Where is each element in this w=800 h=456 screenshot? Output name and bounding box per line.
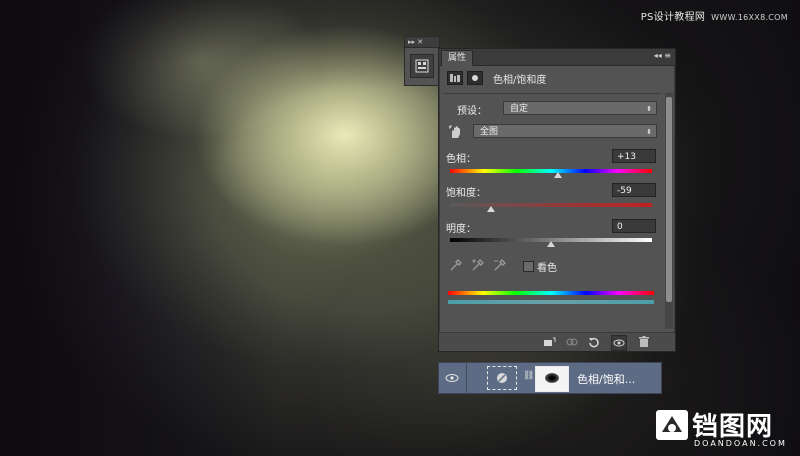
dropdown-arrow-icon: ⬍	[646, 105, 652, 113]
adjustment-type-icon	[447, 71, 463, 85]
hue-slider-thumb[interactable]	[554, 172, 563, 178]
layer-mask-icon	[472, 75, 478, 81]
top-watermark: PS设计教程网 WWW.16XX8.COM	[641, 8, 788, 23]
saturation-slider-track[interactable]	[450, 203, 652, 207]
tab-properties[interactable]: 属性	[441, 50, 474, 66]
logo-mark-icon	[656, 410, 688, 440]
adjustment-title: 色相/饱和度	[493, 74, 547, 86]
watermark-text: PS设计教程网	[640, 12, 706, 23]
saturation-slider-thumb[interactable]	[487, 206, 496, 212]
layer-name[interactable]: 色相/饱和...	[577, 371, 635, 387]
scrollbar-thumb[interactable]	[666, 97, 672, 302]
site-logo: 铛图网 DOANDOAN.COM	[656, 406, 796, 452]
eyedropper-subtract-icon[interactable]	[493, 258, 507, 272]
hue-saturation-icon	[450, 74, 460, 82]
delete-trash-icon[interactable]	[637, 335, 651, 349]
adjustment-layer-thumbnail[interactable]	[487, 366, 517, 390]
mask-shape	[545, 373, 559, 383]
lightness-input[interactable]: 0	[612, 219, 656, 233]
mini-panel-header[interactable]: ▸▸ ✕	[405, 37, 439, 48]
watermark-site: WWW.16XX8.COM	[711, 13, 788, 22]
channel-value: 全图	[480, 127, 499, 137]
hue-label: 色相：	[446, 154, 476, 165]
collapsed-panel-dock: ▸▸ ✕	[404, 36, 440, 86]
saturation-label: 饱和度：	[446, 188, 486, 199]
reset-icon[interactable]	[587, 335, 601, 349]
adjustments-panel-button[interactable]	[410, 54, 434, 78]
lightness-slider-thumb[interactable]	[547, 241, 555, 247]
adjustment-header: 色相/饱和度	[447, 69, 546, 87]
eyedropper-icon[interactable]	[449, 258, 463, 272]
dropdown-arrow-icon: ⬍	[646, 128, 652, 136]
layer-row-divider	[466, 363, 467, 393]
mask-link-icon[interactable]: ⛓	[523, 371, 534, 381]
view-previous-state-icon[interactable]	[565, 335, 579, 349]
visibility-eye-icon[interactable]	[611, 335, 627, 351]
panel-footer	[439, 332, 675, 351]
input-spectrum-bar	[448, 291, 654, 295]
hue-input[interactable]: +13	[612, 149, 656, 163]
eyedropper-tools	[449, 258, 507, 272]
colorize-label: 看色	[537, 263, 557, 274]
channel-dropdown[interactable]: 全图 ⬍	[473, 124, 657, 138]
panel-scrollbar[interactable]	[665, 93, 673, 329]
colorize-checkbox[interactable]	[523, 261, 534, 272]
layer-visibility-eye-icon[interactable]	[445, 372, 459, 384]
saturation-input[interactable]: -59	[612, 183, 656, 197]
layer-mask-thumbnail[interactable]	[535, 366, 569, 392]
logo-english-text: DOANDOAN.COM	[694, 439, 787, 448]
properties-icon	[415, 59, 429, 73]
targeted-adjustment-hand-icon[interactable]	[448, 124, 464, 140]
logo-chinese-text: 铛图网	[692, 412, 774, 442]
properties-titlebar[interactable]: 属性 ◂◂ ≡	[439, 49, 675, 66]
mask-icon[interactable]	[467, 71, 483, 85]
clip-to-layer-icon[interactable]	[543, 335, 557, 349]
header-divider	[443, 93, 661, 94]
output-spectrum-bar	[448, 300, 654, 304]
layer-row-hue-saturation[interactable]: ⛓ 色相/饱和...	[438, 362, 662, 394]
properties-panel: 属性 ◂◂ ≡ 色相/饱和度 预设： 自定 ⬍ 全图 ⬍ 色相： +13 饱和度…	[438, 48, 676, 352]
panel-menu-controls[interactable]: ◂◂ ≡	[654, 51, 671, 60]
preset-dropdown[interactable]: 自定 ⬍	[503, 101, 657, 115]
eyedropper-add-icon[interactable]	[471, 258, 485, 272]
hue-slider-track[interactable]	[450, 169, 652, 173]
preset-value: 自定	[510, 104, 529, 114]
lightness-label: 明度：	[446, 224, 476, 235]
canvas-vignette	[0, 0, 800, 456]
mini-panel-controls[interactable]: ▸▸ ✕	[408, 38, 423, 46]
hue-saturation-layer-icon	[497, 373, 507, 383]
preset-label: 预设：	[457, 106, 487, 117]
